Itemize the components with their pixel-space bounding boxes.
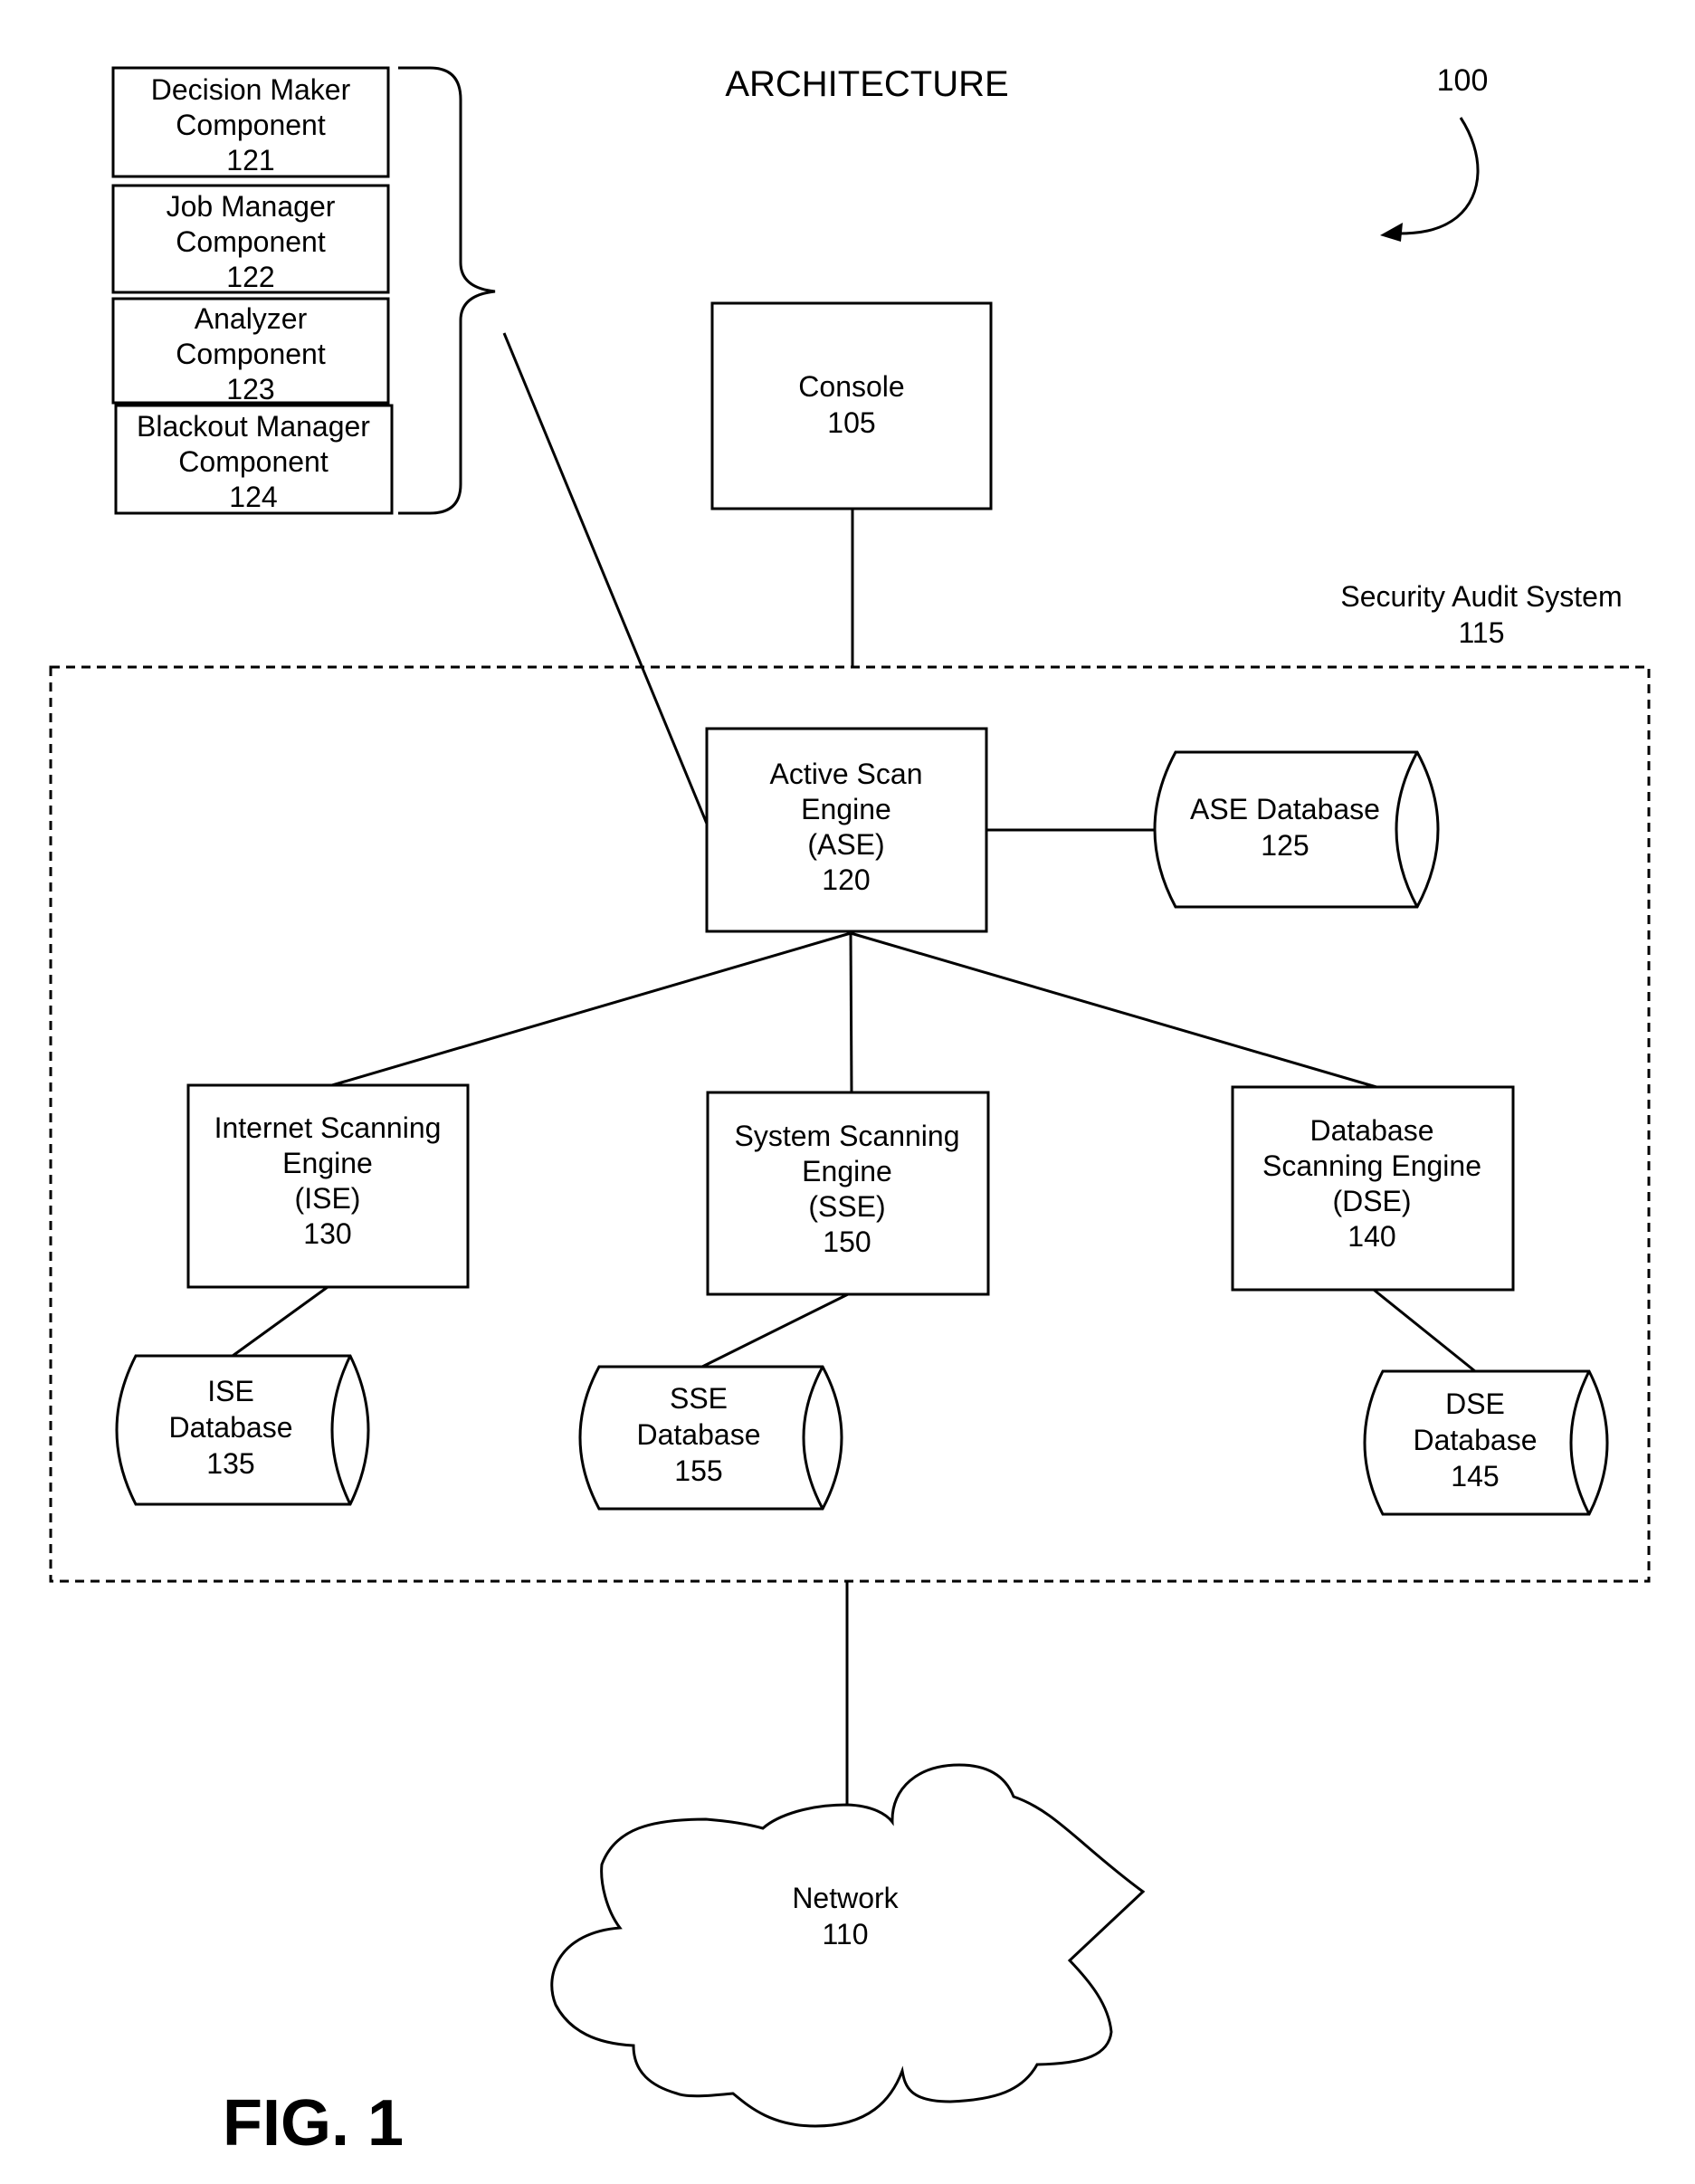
component-blackout-manager[interactable]: Blackout Manager Component 124 xyxy=(114,404,394,515)
edge-ase-ise xyxy=(331,931,852,1087)
sse-node[interactable]: System Scanning Engine (SSE) 150 xyxy=(706,1091,990,1296)
component-decision-maker[interactable]: Decision Maker Component 121 xyxy=(111,66,390,178)
edge-sse-ssedb xyxy=(701,1292,849,1369)
network-node[interactable]: Network 110 xyxy=(550,1763,1146,2128)
sse-database-node[interactable]: SSE Database 155 xyxy=(578,1365,843,1511)
edge-ise-isedb xyxy=(232,1285,329,1358)
diagram-title: ARCHITECTURE xyxy=(725,64,1008,104)
architecture-diagram: ARCHITECTURE 100 Decision Maker Component… xyxy=(49,63,1651,2160)
reference-arrow-icon xyxy=(1380,117,1480,242)
grouping-brace xyxy=(398,66,496,515)
dse-database-node[interactable]: DSE Database 145 xyxy=(1363,1369,1609,1516)
figure-label: FIG. 1 xyxy=(223,2087,404,2160)
component-job-manager[interactable]: Job Manager Component 122 xyxy=(111,184,390,294)
ase-database-node[interactable]: ASE Database 125 xyxy=(1153,750,1440,909)
edge-ase-dse xyxy=(850,931,1377,1089)
reference-numeral: 100 xyxy=(1437,63,1489,98)
ise-node[interactable]: Internet Scanning Engine (ISE) 130 xyxy=(186,1083,470,1289)
components-group: Decision Maker Component 121 Job Manager Co… xyxy=(111,66,496,515)
edge-ase-sse xyxy=(849,932,853,1093)
security-audit-system-label: Security Audit System 115 xyxy=(1340,580,1622,649)
console-node[interactable]: Console 105 xyxy=(710,301,993,510)
ise-database-node[interactable]: ISE Database 135 xyxy=(115,1354,370,1506)
edge-dse-dsedb xyxy=(1373,1288,1476,1373)
ase-node[interactable]: Active Scan Engine (ASE) 120 xyxy=(705,727,988,933)
component-analyzer[interactable]: Analyzer Component 123 xyxy=(111,297,390,405)
edge-components-ase xyxy=(502,332,709,825)
dse-node[interactable]: Database Scanning Engine (DSE) 140 xyxy=(1231,1085,1515,1292)
